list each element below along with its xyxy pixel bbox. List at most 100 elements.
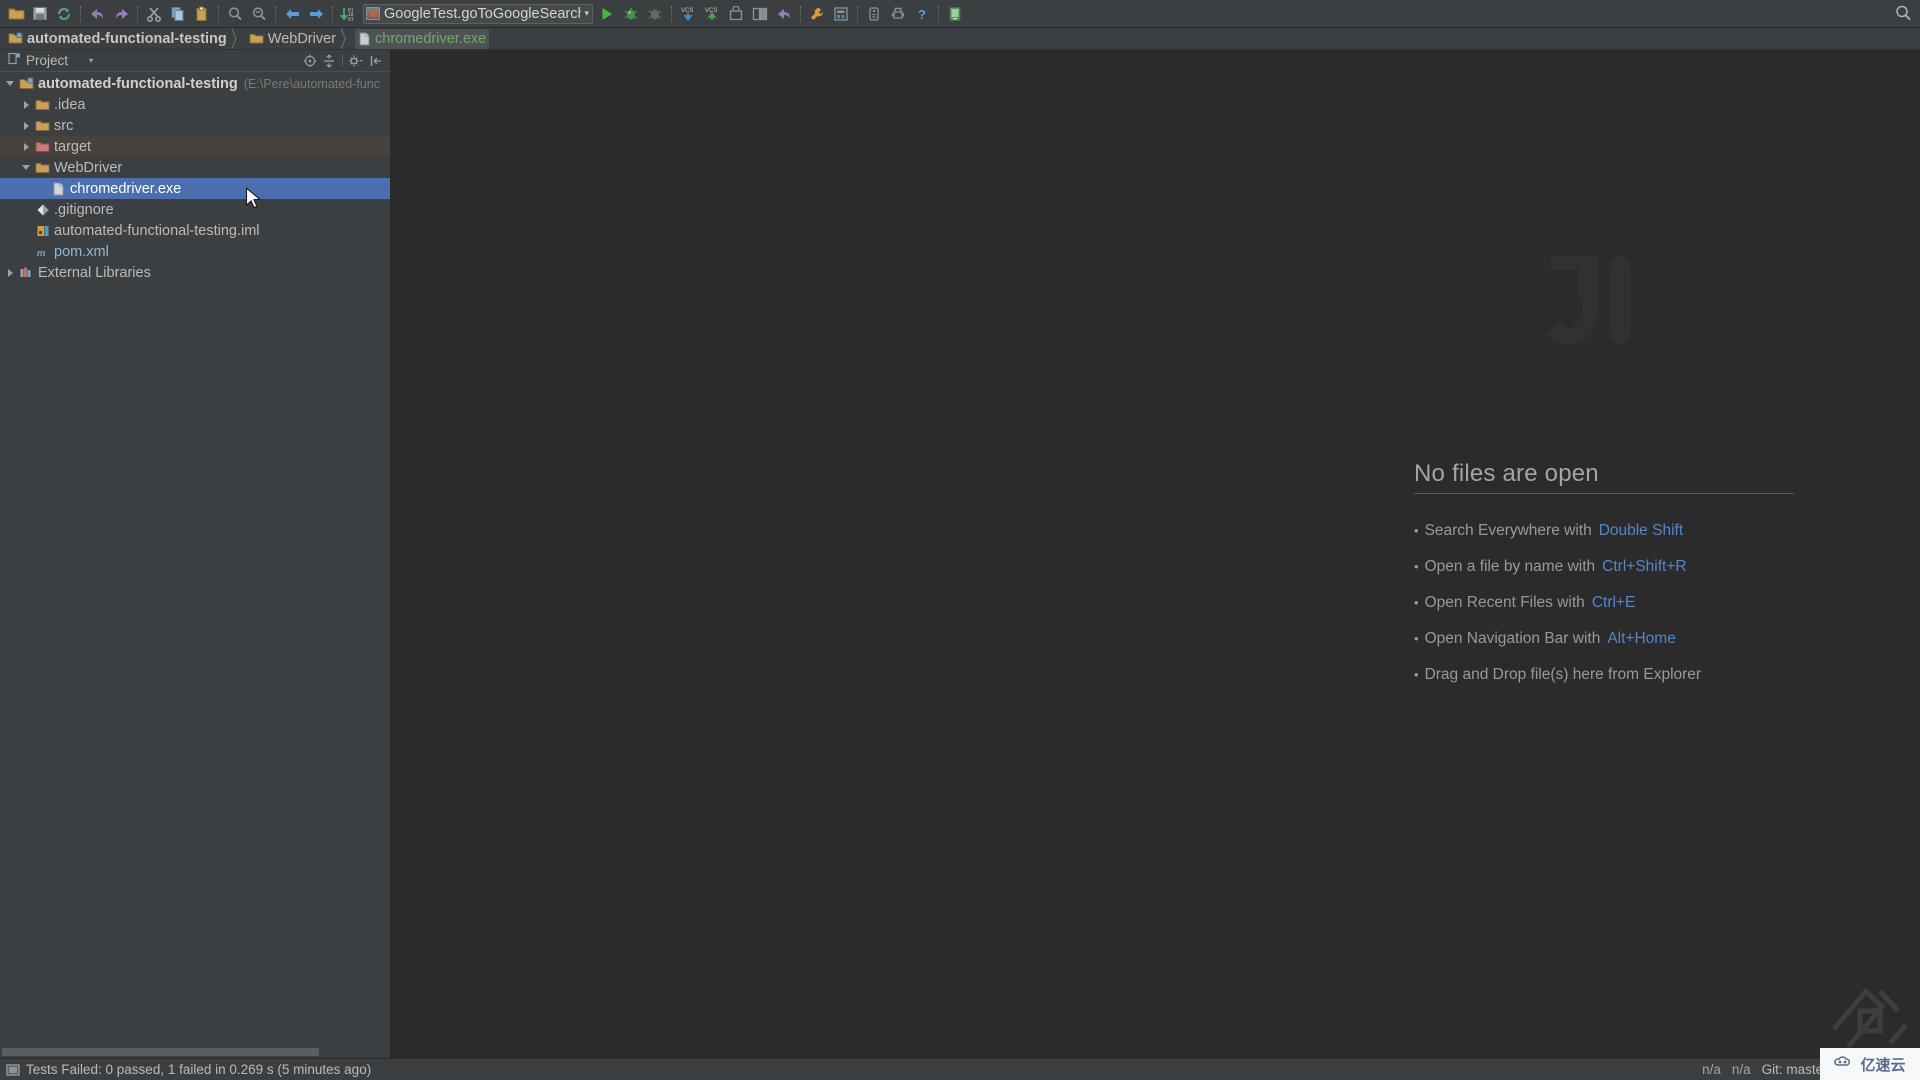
maven-icon: m [34,245,51,259]
editor-area[interactable]: No files are open • Search Everywhere wi… [391,50,1920,1058]
toolbar-separator [857,5,858,22]
breadcrumb-folder[interactable]: WebDriver [246,29,339,49]
project-tree-hscrollbar[interactable] [2,1047,388,1056]
vcs-history-icon[interactable] [724,3,748,25]
tree-node-gitignore[interactable]: .gitignore [0,199,390,220]
run-with-coverage-icon[interactable] [643,3,667,25]
tree-node-chromedriver-exe[interactable]: chromedriver.exe [0,178,390,199]
paste-icon[interactable] [190,3,214,25]
svg-text:m: m [37,247,46,259]
navigation-bar: automated-functional-testing 〉 WebDriver… [0,26,1920,51]
run-icon[interactable] [595,3,619,25]
debug-icon[interactable] [619,3,643,25]
divider [1414,493,1794,494]
settings-wrench-icon[interactable] [805,3,829,25]
module-icon [18,77,35,90]
bullet-icon: • [1414,523,1419,538]
run-config-label: GoogleTest.goToGoogleSearch [384,5,582,22]
iml-icon [34,224,51,238]
collapse-all-icon[interactable] [320,52,337,69]
status-message[interactable]: Tests Failed: 0 passed, 1 failed in 0.26… [26,1062,371,1077]
project-view-icon [8,52,21,70]
help-icon[interactable]: ? [910,3,934,25]
compile-icon[interactable]: 01 10 01 [337,3,361,25]
project-panel-toolbar [301,52,390,69]
bullet-icon: • [1414,595,1419,610]
chevron-down-icon[interactable]: ▾ [584,9,589,18]
settings-gear-icon[interactable] [348,52,365,69]
twisty-collapsed-icon[interactable] [18,100,34,109]
tree-node-webdriver[interactable]: WebDriver [0,157,390,178]
sdk-manager-icon[interactable] [862,3,886,25]
copy-icon[interactable] [166,3,190,25]
hide-panel-icon[interactable] [367,52,384,69]
tree-node-label: chromedriver.exe [70,180,182,197]
git-branch-indicator[interactable]: Git: master [1762,1062,1828,1077]
breadcrumb-module[interactable]: automated-functional-testing [5,29,230,49]
vcs-commit-icon[interactable]: VCS [700,3,724,25]
hint-shortcut: Ctrl+Shift+R [1602,558,1687,575]
breadcrumb-file-label: chromedriver.exe [375,30,487,47]
folder-excluded-icon [34,140,51,153]
svg-text:01: 01 [348,16,354,22]
chevron-down-icon[interactable]: ▾ [89,56,93,65]
replace-icon[interactable] [247,3,271,25]
tree-node-automated-functional-testing[interactable]: automated-functional-testing (E:\Pere\au… [0,73,390,94]
toolbar-separator [800,5,801,22]
forward-icon[interactable] [304,3,328,25]
android-device-monitor-icon[interactable] [943,3,967,25]
hint-text: Open Navigation Bar with [1424,630,1601,647]
folder-icon [249,32,264,45]
project-panel-header: Project ▾ [0,50,390,72]
twisty-expanded-icon[interactable] [18,165,34,170]
hint-item: • Drag and Drop file(s) here from Explor… [1414,666,1794,684]
line-separator-indicator[interactable]: n/a [1732,1062,1751,1077]
cut-icon[interactable] [142,3,166,25]
tree-node-src[interactable]: src [0,115,390,136]
tree-node-external-libraries[interactable]: External Libraries [0,262,390,283]
tree-node-idea[interactable]: .idea [0,94,390,115]
editor-hints-list: • Search Everywhere with Double Shift • … [1414,522,1794,684]
project-tree[interactable]: automated-functional-testing (E:\Pere\au… [0,72,390,1058]
tree-node-path: (E:\Pere\automated-func [243,76,380,91]
breadcrumb-module-label: automated-functional-testing [27,30,227,47]
tree-node-pom-xml[interactable]: m pom.xml [0,241,390,262]
libraries-icon [18,266,35,279]
redo-icon[interactable] [109,3,133,25]
vcs-update-icon[interactable]: VCS [676,3,700,25]
tree-node-iml[interactable]: automated-functional-testing.iml [0,220,390,241]
save-all-icon[interactable] [28,3,52,25]
svg-text:VCS: VCS [705,8,717,14]
rollback-icon[interactable] [772,3,796,25]
twisty-collapsed-icon[interactable] [18,121,34,130]
tree-node-label: .gitignore [54,201,114,218]
scroll-from-source-icon[interactable] [301,52,318,69]
tree-node-label: target [54,138,92,155]
breadcrumb-file[interactable]: chromedriver.exe [355,28,490,49]
project-structure-icon[interactable] [829,3,853,25]
open-folder-icon[interactable] [4,3,28,25]
tree-node-target[interactable]: target [0,136,390,157]
run-configuration-selector[interactable]: GoogleTest.goToGoogleSearch ▾ [363,3,593,24]
twisty-expanded-icon[interactable] [2,81,18,86]
tree-node-label: src [54,117,74,134]
back-icon[interactable] [280,3,304,25]
gitignore-icon [34,203,51,217]
vcs-compare-icon[interactable] [748,3,772,25]
main-toolbar: 01 10 01 GoogleTest.goToGoogleSearch ▾ VCS… [0,0,1920,28]
hint-text: Drag and Drop file(s) here from Explorer [1424,666,1702,683]
tests-status-icon[interactable] [6,1063,20,1077]
run-config-type-icon [366,7,380,20]
android-avd-icon[interactable] [886,3,910,25]
watermark-text: 亿速云 [1860,1056,1906,1074]
sync-refresh-icon[interactable] [52,3,76,25]
twisty-collapsed-icon[interactable] [2,268,18,277]
scrollbar-thumb[interactable] [2,1048,319,1056]
undo-icon[interactable] [85,3,109,25]
find-icon[interactable] [223,3,247,25]
twisty-collapsed-icon[interactable] [18,142,34,151]
search-everywhere-icon[interactable] [1894,4,1912,27]
tab-project[interactable]: Project ▾ [4,51,97,71]
caret-position-indicator[interactable]: n/a [1702,1062,1721,1077]
breadcrumb-folder-label: WebDriver [267,30,336,47]
